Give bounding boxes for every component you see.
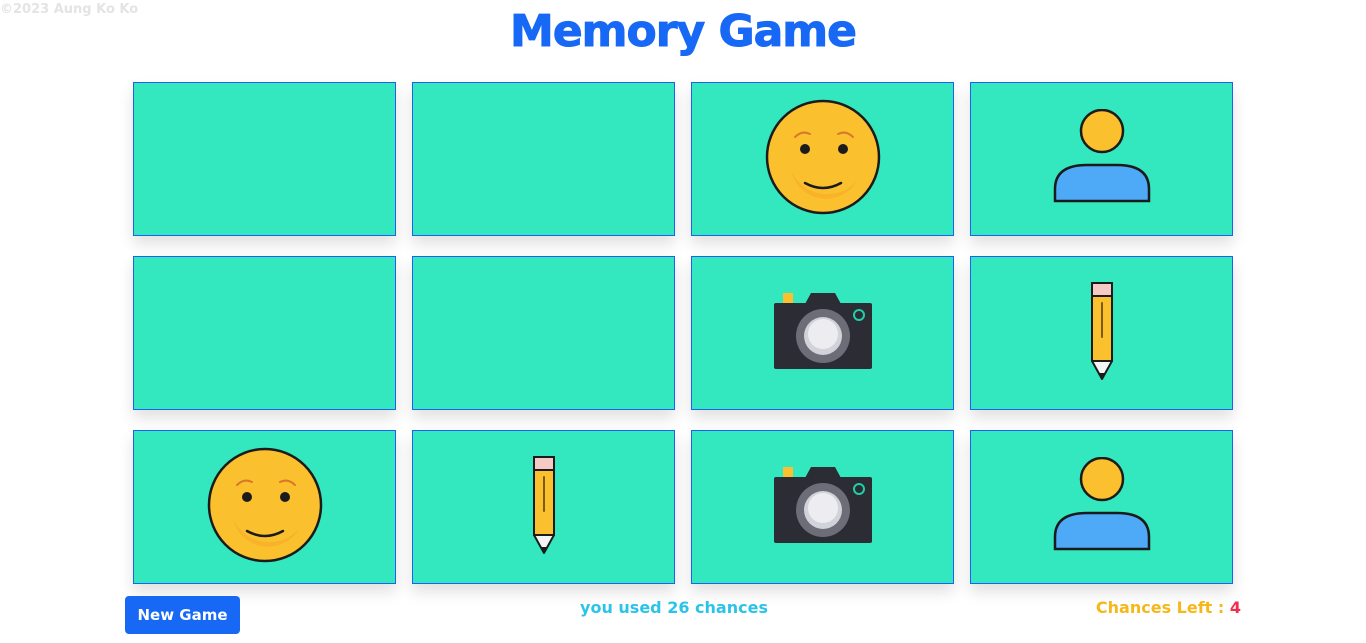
chances-left-label: Chances Left : [1095,598,1230,617]
user-icon [1052,456,1152,557]
chances-left-display: Chances Left : 4 [1096,598,1241,617]
memory-card[interactable] [412,430,675,584]
user-icon [1052,108,1152,209]
camera-icon [773,290,873,376]
memory-card[interactable] [691,256,954,410]
camera-icon [773,464,873,550]
card-grid [133,82,1233,584]
smiley-face-icon [207,447,323,567]
memory-card[interactable] [412,82,675,236]
memory-card[interactable] [691,430,954,584]
smiley-face-icon [765,99,881,219]
memory-card[interactable] [970,430,1233,584]
memory-card[interactable] [412,256,675,410]
memory-card[interactable] [970,82,1233,236]
pencil-icon [1089,281,1115,385]
chances-used-suffix: chances [689,598,768,617]
page-title: Memory Game [510,6,858,58]
memory-card[interactable] [133,430,396,584]
memory-card[interactable] [133,256,396,410]
memory-card[interactable] [970,256,1233,410]
pencil-icon [531,455,557,559]
chances-used-count: 26 [667,598,690,617]
memory-card[interactable] [133,82,396,236]
memory-card[interactable] [691,82,954,236]
chances-left-value: 4 [1229,598,1241,617]
chances-used-prefix: you used [580,598,668,617]
